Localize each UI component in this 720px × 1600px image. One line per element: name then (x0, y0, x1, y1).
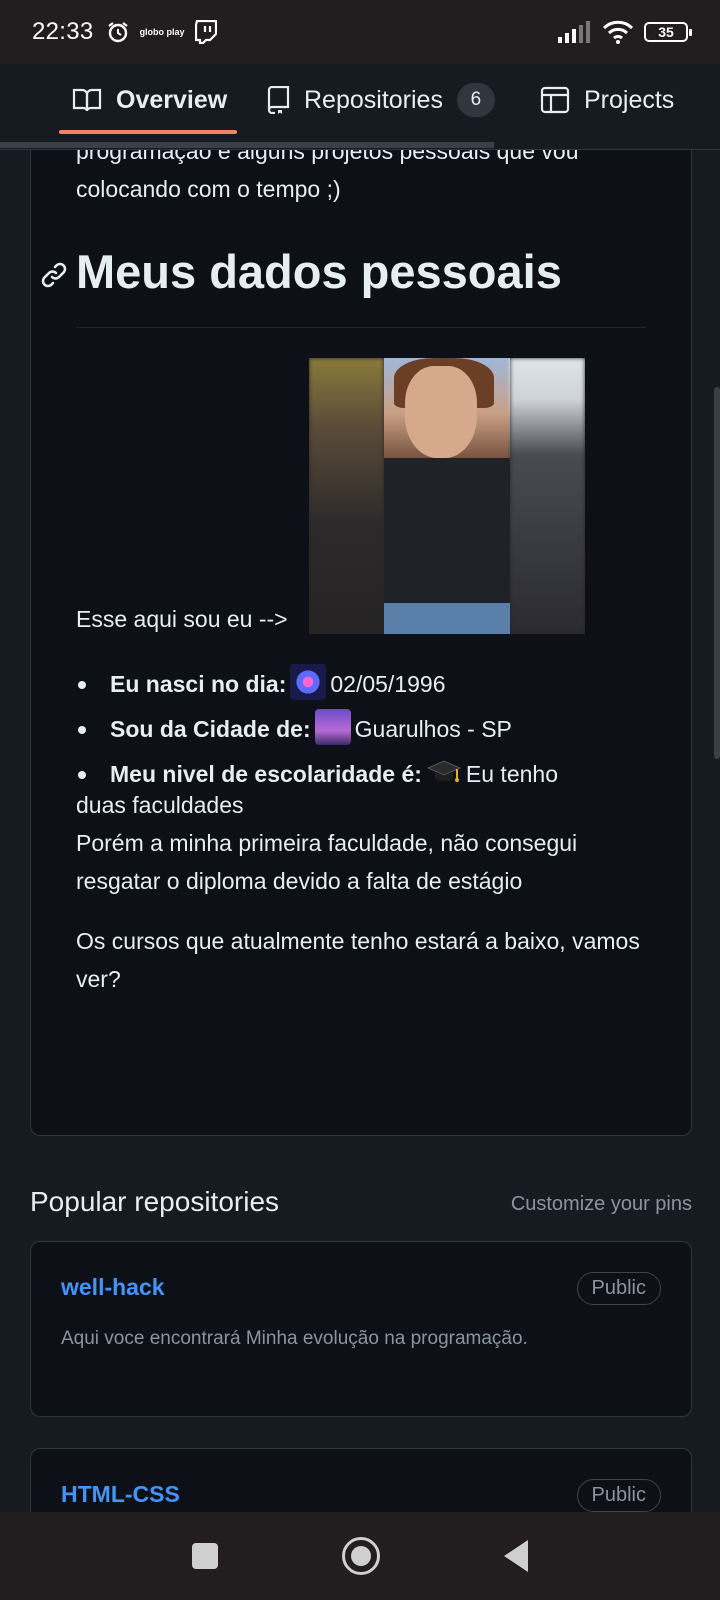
active-tab-underline (59, 130, 237, 134)
repo-name-link[interactable]: well-hack (61, 1274, 165, 1301)
city-dusk-icon (314, 709, 351, 745)
tab-projects[interactable]: Projects (540, 64, 674, 136)
home-button[interactable] (342, 1537, 380, 1575)
page-scrollbar[interactable] (714, 387, 720, 759)
list-item: Eu nasci no dia: 02/05/1996 (76, 662, 656, 707)
customize-pins-link[interactable]: Customize your pins (511, 1193, 692, 1216)
tab-repositories[interactable]: Repositories 6 (266, 64, 495, 136)
repo-description: Aqui voce encontrará Minha evolução na p… (61, 1328, 528, 1349)
alarm-icon (107, 22, 128, 43)
book-icon (72, 88, 102, 112)
signal-icon (558, 21, 590, 43)
status-app-icons: globo play (106, 20, 217, 44)
globoplay-icon: globo play (139, 26, 185, 37)
heading-meus-dados: Meus dados pessoais (39, 245, 639, 330)
tab-repositories-label: Repositories (304, 85, 443, 114)
education-details: duas faculdades Porém a minha primeira f… (76, 792, 578, 894)
status-bar: 22:33 globo play 35 (0, 0, 720, 64)
photo-caption: Esse aqui sou eu --> (76, 606, 288, 632)
system-nav-bar (0, 1512, 720, 1600)
profile-photo (309, 358, 585, 634)
tab-overview-label: Overview (116, 85, 228, 114)
readme-intro-end: colocando com o tempo ;) (76, 176, 341, 202)
fireworks-icon (290, 664, 327, 700)
tab-overview[interactable]: Overview (72, 64, 227, 136)
wifi-icon (602, 20, 634, 44)
recents-button[interactable] (192, 1543, 218, 1569)
list-item: Sou da Cidade de: Guarulhos - SP (76, 707, 656, 752)
popular-repos-title: Popular repositories (30, 1186, 280, 1217)
heading-divider (76, 327, 646, 328)
readme-cut-line: programação e alguns projetos pessoais q… (76, 150, 579, 164)
repo-icon (267, 86, 290, 114)
profile-tabnav: Overview Repositories 6 Projects (0, 64, 720, 150)
anchor-link-icon[interactable] (39, 260, 69, 290)
back-button[interactable] (504, 1540, 528, 1572)
visibility-badge: Public (576, 1272, 661, 1305)
repo-name-link[interactable]: HTML-CSS (61, 1481, 180, 1508)
personal-facts-list: Eu nasci no dia: 02/05/1996 Sou da Cidade… (76, 662, 656, 797)
graduation-cap-icon (426, 760, 462, 782)
battery-icon: 35 (644, 22, 692, 42)
tabnav-scroll-indicator (0, 142, 494, 148)
profile-readme: programação e alguns projetos pessoais q… (30, 150, 692, 1136)
status-system-icons: 35 (558, 20, 692, 44)
readme-heading: Meus dados pessoais (76, 245, 562, 298)
visibility-badge: Public (576, 1479, 661, 1512)
repositories-count-badge: 6 (456, 83, 495, 117)
repo-card-well-hack[interactable]: well-hack Public Aqui voce encontrará Mi… (30, 1241, 692, 1417)
table-icon (540, 86, 570, 114)
status-time: 22:33 (32, 18, 94, 45)
courses-paragraph: Os cursos que atualmente tenho estará a … (76, 928, 640, 992)
twitch-icon (194, 20, 217, 44)
tab-projects-label: Projects (584, 85, 675, 114)
